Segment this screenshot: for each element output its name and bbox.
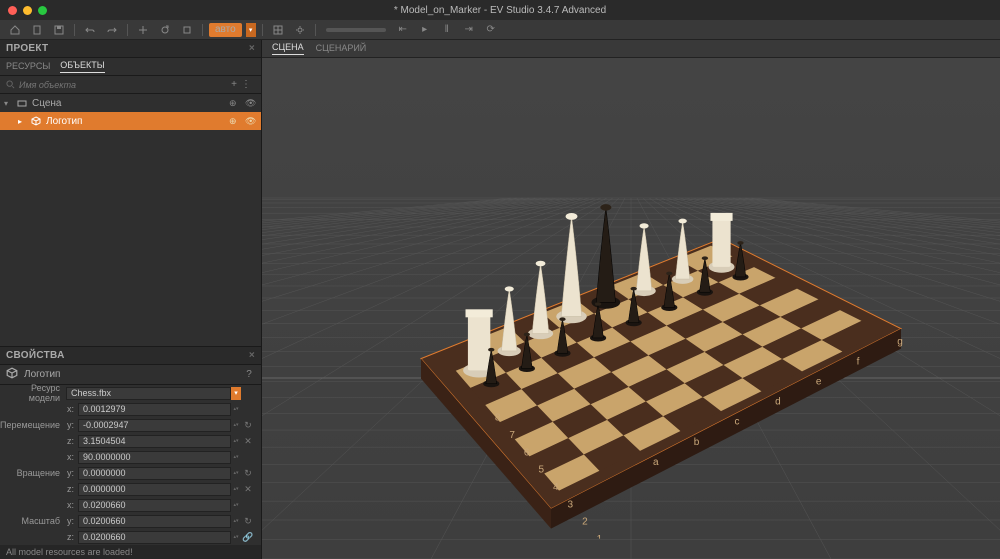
svg-text:8: 8 xyxy=(495,412,501,423)
auto-mode-chip[interactable]: авто xyxy=(209,23,242,37)
translate-x-input[interactable]: 0.0012979 xyxy=(78,403,231,416)
rotate-icon[interactable] xyxy=(156,23,174,37)
properties-panel: СВОЙСТВА × Логотип ? Ресурс модели Chess… xyxy=(0,346,261,545)
help-icon[interactable]: ? xyxy=(243,369,255,381)
model-resource-field[interactable]: Chess.fbx xyxy=(66,387,231,400)
svg-text:5: 5 xyxy=(538,464,544,475)
top-toolbar: авто ▾ ⇤ ▸ ‖ ⇥ ⟳ xyxy=(0,20,1000,40)
properties-header: СВОЙСТВА × xyxy=(0,347,261,365)
left-panel: ПРОЕКТ × РЕСУРСЫ ОБЪЕКТЫ + ⋮ ▾ Сцена ⊕ 👁… xyxy=(0,40,262,559)
object-search-row: + ⋮ xyxy=(0,76,261,94)
status-bar: All model resources are loaded! xyxy=(0,545,261,559)
window-title: * Model_on_Marker - EV Studio 3.4.7 Adva… xyxy=(394,5,606,16)
move-icon[interactable] xyxy=(134,23,152,37)
link-scale-icon[interactable]: 🔗 xyxy=(241,532,255,543)
minimize-window-icon[interactable] xyxy=(23,6,32,15)
translate-y-input[interactable]: -0.0002947 xyxy=(78,419,231,432)
titlebar: * Model_on_Marker - EV Studio 3.4.7 Adva… xyxy=(0,0,1000,20)
svg-text:a: a xyxy=(653,456,659,467)
tab-scene[interactable]: СЦЕНА xyxy=(272,42,304,55)
svg-text:f: f xyxy=(857,356,860,367)
redo-icon[interactable] xyxy=(103,23,121,37)
object-search-input[interactable] xyxy=(19,80,231,90)
new-file-icon[interactable] xyxy=(28,23,46,37)
scale-y-input[interactable]: 0.0200660 xyxy=(78,515,231,528)
pause-icon[interactable]: ‖ xyxy=(438,23,456,37)
tab-resources[interactable]: РЕСУРСЫ xyxy=(6,61,50,73)
tree-node-scene[interactable]: ▾ Сцена ⊕ 👁 xyxy=(0,94,261,112)
cube-icon xyxy=(6,367,18,382)
svg-text:g: g xyxy=(897,336,903,347)
svg-text:7: 7 xyxy=(509,430,515,441)
svg-text:4: 4 xyxy=(553,481,559,492)
chevron-down-icon: ▾ xyxy=(4,99,12,108)
timeline-slider[interactable] xyxy=(326,28,386,32)
skip-end-icon[interactable]: ⇥ xyxy=(460,23,478,37)
scale-x-input[interactable]: 0.0200660 xyxy=(78,499,231,512)
svg-text:d: d xyxy=(775,396,781,407)
lock-rotate-icon[interactable]: ✕ xyxy=(241,484,255,495)
close-window-icon[interactable] xyxy=(8,6,17,15)
maximize-window-icon[interactable] xyxy=(38,6,47,15)
model-resource-row: Ресурс модели Chess.fbx ▾ xyxy=(0,385,261,401)
object-menu-icon[interactable]: ⋮ xyxy=(241,79,251,90)
svg-text:6: 6 xyxy=(524,447,530,458)
gear-icon[interactable] xyxy=(291,23,309,37)
tree-node-logo[interactable]: ▸ Логотип ⊕ 👁 xyxy=(0,112,261,130)
add-object-icon[interactable]: + xyxy=(231,79,237,90)
skip-start-icon[interactable]: ⇤ xyxy=(394,23,412,37)
auto-mode-dropdown-icon[interactable]: ▾ xyxy=(246,23,256,37)
collapse-props-icon[interactable]: × xyxy=(249,350,255,361)
tab-objects[interactable]: ОБЪЕКТЫ xyxy=(60,60,104,73)
lock-translate-icon[interactable]: ✕ xyxy=(241,436,255,447)
reset-scale-icon[interactable]: ↻ xyxy=(241,516,255,527)
project-panel-header: ПРОЕКТ × xyxy=(0,40,261,58)
target-icon[interactable]: ⊕ xyxy=(229,98,241,109)
home-icon[interactable] xyxy=(6,23,24,37)
properties-object-title: Логотип ? xyxy=(0,365,261,385)
undo-icon[interactable] xyxy=(81,23,99,37)
rotate-y-input[interactable]: 0.0000000 xyxy=(78,467,231,480)
play-icon[interactable]: ▸ xyxy=(416,23,434,37)
svg-text:1: 1 xyxy=(597,533,603,538)
project-tabs: РЕСУРСЫ ОБЪЕКТЫ xyxy=(0,58,261,76)
svg-text:b: b xyxy=(694,436,700,447)
rotate-z-input[interactable]: 0.0000000 xyxy=(78,483,231,496)
model-dropdown-icon[interactable]: ▾ xyxy=(231,387,241,400)
collapse-panel-icon[interactable]: × xyxy=(249,43,255,54)
reset-translate-icon[interactable]: ↻ xyxy=(241,420,255,431)
scene-icon xyxy=(16,97,28,109)
viewport-tabs: СЦЕНА СЦЕНАРИЙ xyxy=(262,40,1000,58)
cube-icon xyxy=(30,115,42,127)
loop-icon[interactable]: ⟳ xyxy=(482,23,500,37)
scale-icon[interactable] xyxy=(178,23,196,37)
search-icon xyxy=(6,80,15,89)
grid-icon[interactable] xyxy=(269,23,287,37)
eye-icon[interactable]: 👁 xyxy=(245,98,257,109)
3d-viewport[interactable]: abcdefgh 12345678 xyxy=(262,58,1000,559)
svg-text:2: 2 xyxy=(582,516,588,527)
target-icon[interactable]: ⊕ xyxy=(229,116,241,127)
svg-text:e: e xyxy=(816,376,822,387)
viewport-panel: СЦЕНА СЦЕНАРИЙ xyxy=(262,40,1000,559)
scene-tree: ▾ Сцена ⊕ 👁 ▸ Логотип ⊕ 👁 xyxy=(0,94,261,346)
scale-z-input[interactable]: 0.0200660 xyxy=(78,531,231,544)
chevron-right-icon: ▸ xyxy=(18,117,26,126)
save-icon[interactable] xyxy=(50,23,68,37)
rotate-x-input[interactable]: 90.0000000 xyxy=(78,451,231,464)
translate-z-input[interactable]: 3.1504504 xyxy=(78,435,231,448)
reset-rotate-icon[interactable]: ↻ xyxy=(241,468,255,479)
svg-text:3: 3 xyxy=(568,499,574,510)
tab-scenario[interactable]: СЦЕНАРИЙ xyxy=(316,43,367,55)
eye-icon[interactable]: 👁 xyxy=(245,116,257,127)
chess-model: abcdefgh 12345678 xyxy=(331,118,931,541)
svg-text:c: c xyxy=(734,416,739,427)
